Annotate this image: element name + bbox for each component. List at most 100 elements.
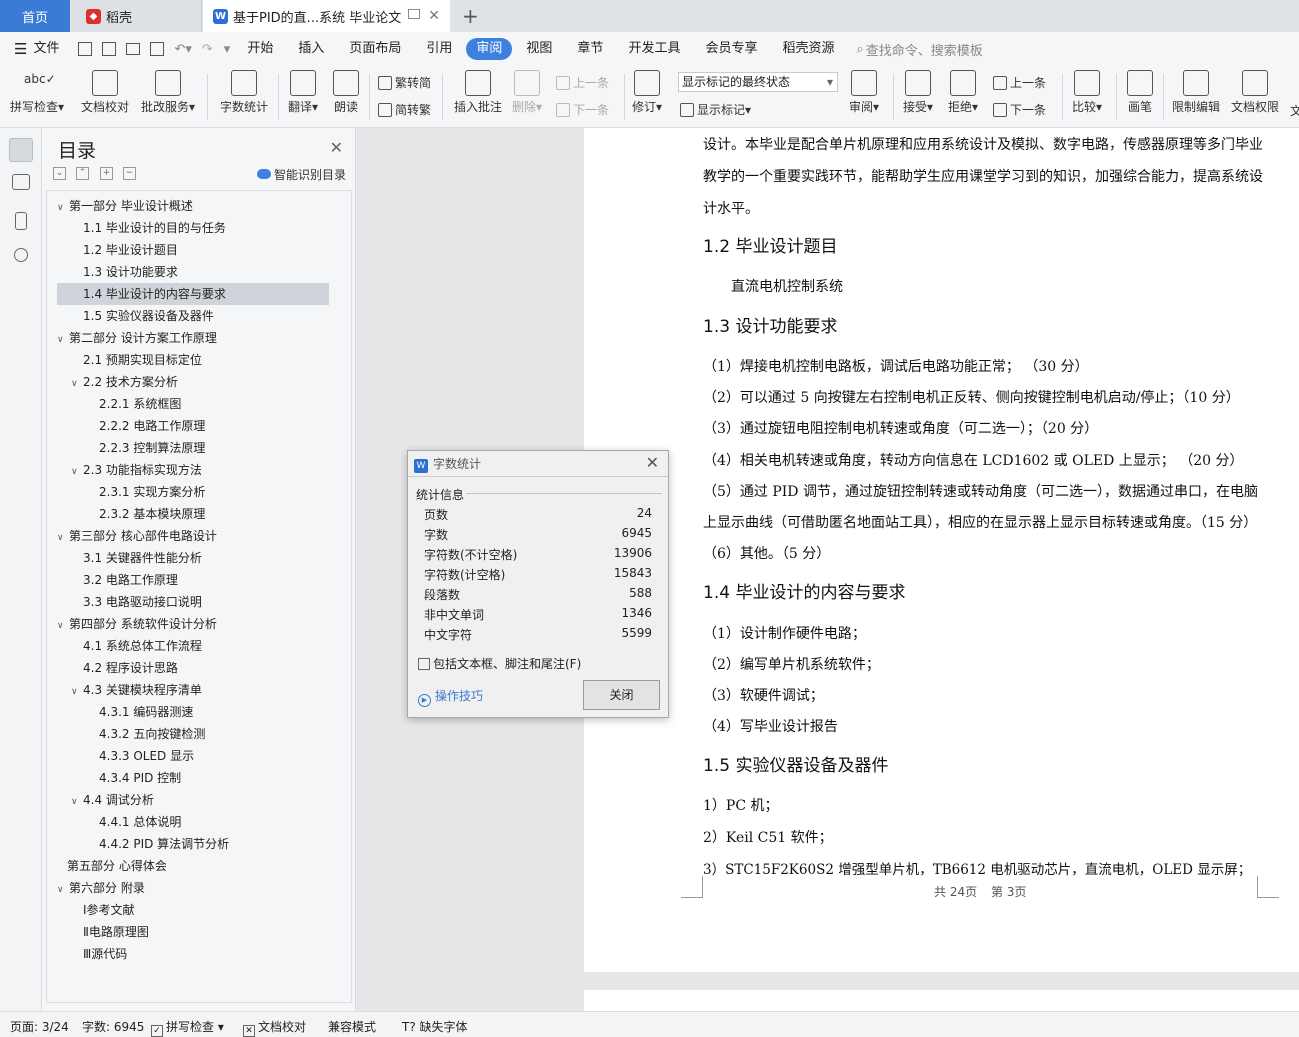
menu-chapter[interactable]: 章节 [566,38,614,60]
add-heading-icon[interactable]: + [100,167,113,180]
menu-daoke-resources[interactable]: 稻壳资源 [771,38,845,60]
toc-item[interactable]: 2.3.1 实现方案分析 [57,481,329,503]
close-icon[interactable]: ✕ [646,453,659,472]
more-icon[interactable]: ▾ [224,42,231,57]
toc-item[interactable]: Ⅱ电路原理图 [57,921,329,943]
menu-member[interactable]: 会员专享 [694,38,768,60]
new-tab-icon[interactable]: + [462,4,479,28]
doc-proof-status[interactable]: ✕ 文档校对 [243,1018,306,1037]
next-change-button[interactable]: 下一条 [993,101,1046,118]
spell-check-button[interactable]: abc✓ 拼写检查▾ [10,70,64,115]
toc-item[interactable]: Ⅲ源代码 [57,943,329,965]
toc-item[interactable]: 2.2.3 控制算法原理 [57,437,329,459]
command-search[interactable]: 查找命令、搜索模板 [866,40,983,59]
review-pane-button[interactable]: 审阅▾ [849,70,879,115]
expand-toggle-icon[interactable]: ∨ [57,615,69,637]
markup-state-select[interactable]: 显示标记的最终状态 [678,72,838,92]
toc-item[interactable]: ∨ 第六部分 附录 [57,877,329,899]
toc-item[interactable]: 1.2 毕业设计题目 [57,239,329,261]
word-count-button[interactable]: 字数统计 [220,70,268,115]
redo-icon[interactable]: ↷ [202,42,213,57]
menu-start[interactable]: 开始 [236,38,284,60]
expand-toggle-icon[interactable]: ∨ [57,197,69,219]
restrict-editing-button[interactable]: 限制编辑 [1172,70,1220,115]
collapse-all-icon[interactable]: ⌄ [53,167,66,180]
prev-change-button[interactable]: 上一条 [993,74,1046,91]
toc-item[interactable]: 4.4.1 总体说明 [57,811,329,833]
toc-item[interactable]: 2.1 预期实现目标定位 [57,349,329,371]
toc-item[interactable]: 2.2.1 系统框图 [57,393,329,415]
menu-file[interactable]: 文件 [31,38,70,60]
document-page[interactable]: 设计。本毕业是配合单片机原理和应用系统设计及模拟、数字电路，传感器原理等多门毕业… [584,128,1299,972]
toc-item[interactable]: Ⅰ参考文献 [57,899,329,921]
toc-item[interactable]: ∨ 第二部分 设计方案工作原理 [57,327,329,349]
expand-toggle-icon[interactable]: ∨ [57,329,69,351]
expand-toggle-icon[interactable]: ∨ [71,461,83,483]
expand-toggle-icon[interactable]: ∨ [57,527,69,549]
show-markup-button[interactable]: 显示标记▾ [680,101,751,118]
toc-item[interactable]: ∨ 第三部分 核心部件电路设计 [57,525,329,547]
tab-daoke[interactable]: ◆ 稻壳 [72,0,202,32]
accept-button[interactable]: 接受▾ [903,70,933,115]
find-icon[interactable] [14,248,28,262]
pen-button[interactable]: 画笔 [1127,70,1153,115]
toc-nav-icon[interactable] [9,138,33,162]
toc-item[interactable]: ∨ 4.4 调试分析 [57,789,329,811]
doc-proof-button[interactable]: 文档校对 [81,70,129,115]
remove-heading-icon[interactable]: − [123,167,136,180]
reject-button[interactable]: 拒绝▾ [948,70,978,115]
undo-icon[interactable]: ↶▾ [174,42,191,57]
read-aloud-button[interactable]: 朗读 [333,70,359,115]
hamburger-icon[interactable]: ☰ [14,40,27,58]
menu-devtools[interactable]: 开发工具 [617,38,691,60]
track-changes-button[interactable]: 修订▾ [632,70,662,115]
toc-item[interactable]: 3.1 关键器件性能分析 [57,547,329,569]
bookmark-icon[interactable] [15,212,27,230]
spell-check-status[interactable]: ✓ 拼写检查 ▾ [151,1018,224,1037]
trad-to-simp-button[interactable]: 繁转简 [378,74,431,91]
simp-to-trad-button[interactable]: 简转繁 [378,101,431,118]
toc-item[interactable]: 4.3.2 五向按键检测 [57,723,329,745]
compare-button[interactable]: 比较▾ [1072,70,1102,115]
doc-permission-button[interactable]: 文档权限 [1231,70,1279,115]
menu-reference[interactable]: 引用 [415,38,463,60]
missing-font-status[interactable]: T? 缺失字体 [402,1018,468,1035]
close-icon[interactable]: ✕ [330,138,343,157]
toc-item[interactable]: 4.3.1 编码器测速 [57,701,329,723]
tab-home[interactable]: 首页 [0,0,70,32]
toc-item[interactable]: 2.3.2 基本模块原理 [57,503,329,525]
toc-item[interactable]: ∨ 第一部分 毕业设计概述 [57,195,329,217]
insert-comment-button[interactable]: 插入批注 [454,70,502,115]
prev-comment-button[interactable]: 上一条 [556,74,609,91]
smart-toc-button[interactable]: 智能识别目录 [256,166,346,183]
toc-item[interactable]: ∨ 4.3 关键模块程序清单 [57,679,329,701]
save-icon[interactable] [78,42,93,56]
translate-button[interactable]: 翻译▾ [288,70,318,115]
toc-item[interactable]: ∨ 2.2 技术方案分析 [57,371,329,393]
next-comment-button[interactable]: 下一条 [556,101,609,118]
chapter-nav-icon[interactable] [12,174,30,190]
ribbon-overflow-label[interactable]: 文 [1290,102,1299,119]
delete-comment-button[interactable]: 删除▾ [512,70,542,115]
close-tab-icon[interactable]: ✕ [428,8,440,24]
tips-link[interactable]: ▶ 操作技巧 [418,687,483,707]
toc-item[interactable]: 4.3.3 OLED 显示 [57,745,329,767]
toc-item[interactable]: 2.2.2 电路工作原理 [57,415,329,437]
expand-toggle-icon[interactable]: ∨ [57,879,69,901]
menu-view[interactable]: 视图 [515,38,563,60]
menu-review[interactable]: 审阅 [466,38,513,60]
toc-item[interactable]: 4.4.2 PID 算法调节分析 [57,833,329,855]
next-page[interactable] [584,990,1299,1011]
toc-item[interactable]: 1.5 实验仪器设备及器件 [57,305,329,327]
menu-insert[interactable]: 插入 [287,38,335,60]
annotation-service-button[interactable]: 批改服务▾ [141,70,195,115]
include-textbox-checkbox[interactable]: 包括文本框、脚注和尾注(F) [418,655,581,672]
print-icon[interactable] [126,43,141,55]
toc-item[interactable]: 4.2 程序设计思路 [57,657,329,679]
toc-item[interactable]: 第五部分 心得体会 [57,855,329,877]
word-count-indicator[interactable]: 字数: 6945 [82,1018,144,1035]
export-pdf-icon[interactable] [102,42,117,56]
menu-layout[interactable]: 页面布局 [338,38,412,60]
expand-all-icon[interactable]: ⌃ [76,167,89,180]
toc-item[interactable]: 1.3 设计功能要求 [57,261,329,283]
